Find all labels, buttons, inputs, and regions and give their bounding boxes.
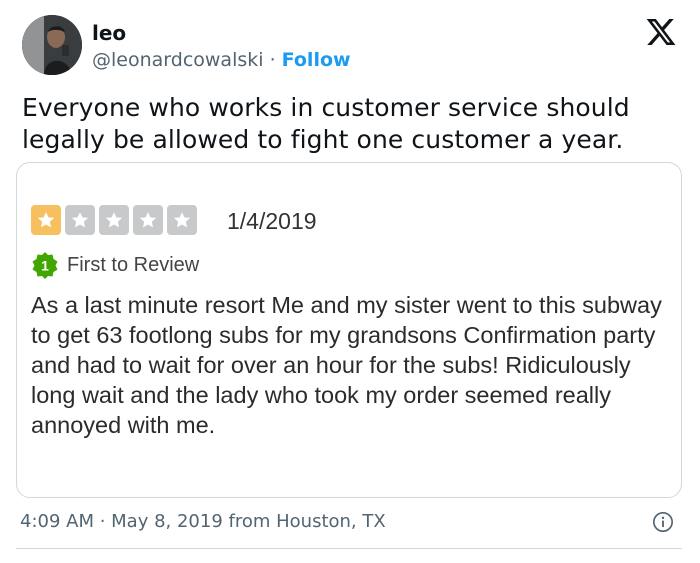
first-to-review-badge-icon: 1: [32, 252, 58, 279]
divider: [16, 548, 682, 549]
tweet-container: leo @leonardcowalski · Follow Everyone w…: [0, 0, 700, 563]
star-rating: [31, 205, 197, 235]
review-card-image[interactable]: 1/4/2019 1 First to Review As a last min…: [16, 162, 682, 498]
tweet-text: Everyone who works in customer service s…: [22, 93, 630, 154]
info-icon[interactable]: [652, 511, 674, 533]
review-text: As a last minute resort Me and my sister…: [31, 292, 662, 438]
badge-label: First to Review: [67, 254, 200, 276]
handle[interactable]: @leonardcowalski: [92, 49, 264, 71]
author-meta-row: @leonardcowalski · Follow: [92, 47, 351, 73]
star-icon: [133, 205, 163, 235]
separator: ·: [269, 49, 276, 71]
avatar[interactable]: [22, 15, 82, 75]
review-date: 1/4/2019: [227, 208, 317, 234]
display-name[interactable]: leo: [92, 20, 126, 46]
tweet-timestamp[interactable]: 4:09 AM · May 8, 2019 from Houston, TX: [20, 509, 386, 535]
x-logo-icon[interactable]: [645, 16, 677, 48]
avatar-photo: [22, 15, 82, 75]
star-icon: [65, 205, 95, 235]
star-icon: [31, 205, 61, 235]
star-icon: [167, 205, 197, 235]
badge-number: 1: [41, 258, 49, 274]
follow-button[interactable]: Follow: [282, 49, 351, 71]
star-icon: [99, 205, 129, 235]
first-to-review-badge: 1 First to Review: [31, 251, 199, 279]
